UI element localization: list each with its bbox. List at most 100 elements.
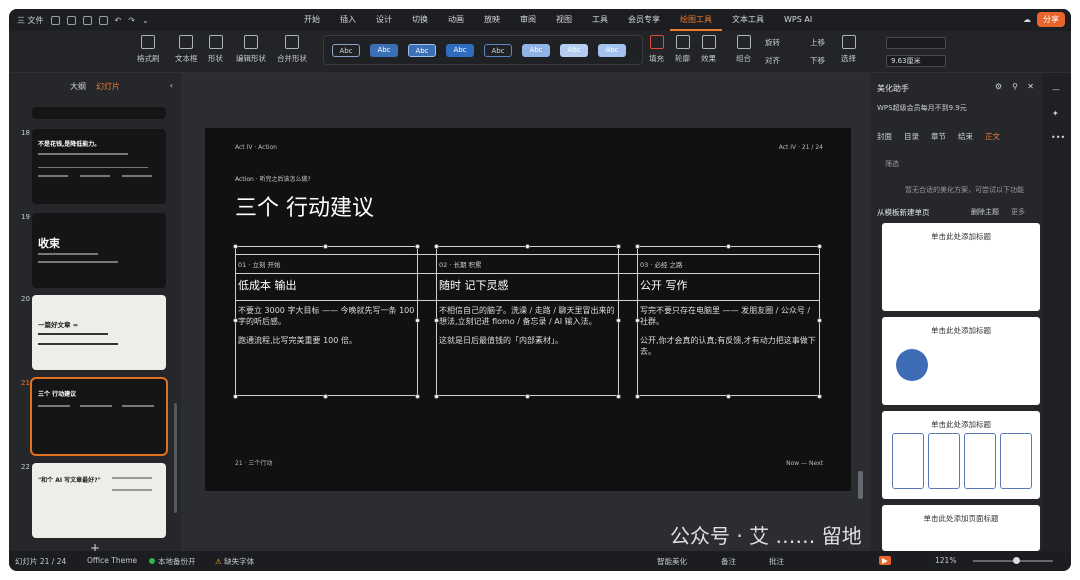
resize-handle[interactable] [415,244,420,249]
effect-button[interactable]: 效果 [701,35,716,64]
notes-button[interactable]: 备注 [721,556,736,567]
tab-drawing-tools[interactable]: 绘图工具 [670,9,722,31]
tab-insert[interactable]: 插入 [330,9,366,31]
resize-handle[interactable] [434,244,439,249]
cloud-icon[interactable]: ☁ [1023,15,1031,24]
theme-name[interactable]: Office Theme [87,556,137,565]
select-button[interactable]: 选择 [841,35,856,64]
more-icon[interactable]: ••• [1051,133,1065,142]
tab-body[interactable]: 正文 [985,131,1000,142]
filter-button[interactable]: 筛选 [885,159,899,169]
thumb-scrollbar[interactable] [174,403,177,513]
more-link[interactable]: 更多 [1011,207,1025,217]
tab-slideshow[interactable]: 放映 [474,9,510,31]
chevron-down-icon[interactable]: ⌄ [142,16,149,25]
tab-review[interactable]: 审阅 [510,9,546,31]
collapse-panel-icon[interactable]: ‹ [170,81,173,90]
tab-view[interactable]: 视图 [546,9,582,31]
close-icon[interactable]: ✕ [1027,82,1034,91]
resize-handle[interactable] [616,244,621,249]
resize-handle[interactable] [635,318,640,323]
resize-handle[interactable] [525,244,530,249]
resize-handle[interactable] [233,394,238,399]
slide-thumb-20[interactable]: 一篇好文章 = [32,295,166,370]
format-brush-button[interactable]: 格式刷 [137,35,160,64]
slide-thumb-22[interactable]: "和个 AI 写文章最好?" [32,463,166,538]
group-button[interactable]: 组合 [736,35,751,64]
tab-section[interactable]: 章节 [931,131,946,142]
resize-handle[interactable] [323,394,328,399]
tab-animation[interactable]: 动画 [438,9,474,31]
slide-title[interactable]: 三个 行动建议 [235,190,374,222]
template-card-1[interactable]: 单击此处添加标题 [882,223,1040,311]
resize-handle[interactable] [434,318,439,323]
tab-cover[interactable]: 封面 [877,131,892,142]
outline-button[interactable]: 轮廓 [675,35,690,64]
gear-icon[interactable]: ⚙ [995,82,1002,91]
tab-start[interactable]: 开始 [294,9,330,31]
rotate-button[interactable]: 旋转 [765,37,780,48]
style-swatch-4[interactable]: Abc [446,44,474,57]
fill-button[interactable]: 填充 [649,35,664,64]
text-box-3[interactable]: 03 · 必经 之路 公开 写作 写完不要只存在电脑里 —— 发朋友圈 / 公众… [637,246,820,396]
tab-tools[interactable]: 工具 [582,9,618,31]
style-swatch-8[interactable]: Abc [598,44,626,57]
style-swatch-5[interactable]: Abc [484,44,512,57]
move-up-button[interactable]: 上移 [810,37,825,48]
resize-handle[interactable] [635,244,640,249]
resize-handle[interactable] [635,394,640,399]
tab-text-tools[interactable]: 文本工具 [722,9,774,31]
merge-shape-button[interactable]: 合并形状 [277,35,307,64]
resize-handle[interactable] [525,394,530,399]
minimize-icon[interactable]: — [1052,85,1060,94]
canvas-scrollbar[interactable] [858,471,863,499]
slide-thumb-18[interactable]: 不是花钱,是降低能力。 [32,129,166,204]
share-button[interactable]: 分享 [1037,12,1065,27]
zoom-level[interactable]: 121% [935,556,956,565]
style-swatch-1[interactable]: Abc [332,44,360,57]
style-swatch-3[interactable]: Abc [408,44,436,57]
resize-handle[interactable] [726,394,731,399]
save-icon[interactable] [50,15,60,25]
textbox-button[interactable]: 文本框 [175,35,198,64]
tab-wps-ai[interactable]: WPS AI [774,9,822,31]
tab-transition[interactable]: 切换 [402,9,438,31]
slide-thumb-21-selected[interactable]: 三个 行动建议 [30,377,168,456]
undo-icon[interactable]: ↶ [115,16,122,25]
slide-thumb-19[interactable]: 收束 [32,213,166,288]
vip-promo[interactable]: WPS超级会员每月不到9.9元 [877,103,967,113]
tab-slides[interactable]: 幻灯片 [96,81,120,97]
height-field[interactable] [886,37,946,49]
tab-design[interactable]: 设计 [366,9,402,31]
resize-handle[interactable] [817,244,822,249]
resize-handle[interactable] [817,394,822,399]
resize-handle[interactable] [616,318,621,323]
smart-beautify-button[interactable]: 智能美化 [657,556,687,567]
tab-contents[interactable]: 目录 [904,131,919,142]
backup-status[interactable]: 本地备份开 [149,556,196,567]
move-down-button[interactable]: 下移 [810,55,825,66]
tab-member[interactable]: 会员专享 [618,9,670,31]
pin-icon[interactable]: ⚲ [1012,82,1018,91]
export-icon[interactable] [66,15,76,25]
resize-handle[interactable] [323,244,328,249]
template-card-4[interactable]: 单击此处添加页面标题 [882,505,1040,551]
template-card-2[interactable]: 单击此处添加标题 [882,317,1040,405]
comments-button[interactable]: 批注 [769,556,784,567]
play-icon[interactable]: ▶ [879,556,891,565]
template-card-3[interactable]: 单击此处添加标题 [882,411,1040,499]
resize-handle[interactable] [233,244,238,249]
style-swatch-7[interactable]: Abc [560,44,588,57]
edit-shape-button[interactable]: 编辑形状 [236,35,266,64]
shape-button[interactable]: 形状 [208,35,223,64]
style-swatch-6[interactable]: Abc [522,44,550,57]
resize-handle[interactable] [415,394,420,399]
slide-thumb-17[interactable] [32,107,166,119]
resize-handle[interactable] [817,318,822,323]
magic-icon[interactable]: ✦ [1052,109,1059,118]
resize-handle[interactable] [233,318,238,323]
resize-handle[interactable] [415,318,420,323]
file-menu[interactable]: 三 文件 [17,15,44,26]
zoom-slider-thumb[interactable] [1013,557,1020,564]
delete-theme-checkbox[interactable]: 删除主题 [971,207,999,217]
